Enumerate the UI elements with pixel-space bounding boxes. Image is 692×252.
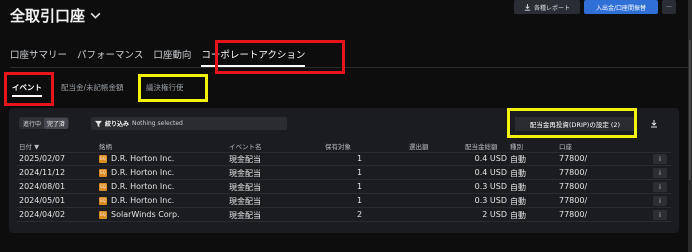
row-holding: 1 [357, 154, 363, 163]
col-elected[interactable]: 選出額 [409, 141, 429, 151]
row-event: 現金配当 [229, 155, 261, 164]
row-type: 自動 [510, 155, 526, 164]
col-symbol[interactable]: 銘柄 [99, 141, 112, 151]
row-event: 現金配当 [229, 169, 261, 178]
export-button[interactable] [647, 118, 661, 130]
row-amount: 0.3 USD [474, 182, 507, 191]
row-event: 現金配当 [229, 183, 261, 192]
table-row[interactable]: 2024/08/01 EQ D.R. Horton Inc. 現金配当 1 0.… [17, 181, 671, 194]
stock-badge-icon: EQ [99, 211, 107, 219]
row-event: 現金配当 [229, 211, 261, 220]
table-row[interactable]: 2024/11/12 EQ D.R. Horton Inc. 現金配当 1 0.… [17, 167, 671, 180]
info-button[interactable]: i [653, 168, 667, 178]
tab-performance[interactable]: パフォーマンス [77, 47, 143, 67]
deposit-label: 入出金/口座間振替 [595, 4, 647, 12]
tabs-divider [10, 67, 692, 68]
row-type: 自動 [510, 211, 526, 220]
row-symbol[interactable]: D.R. Horton Inc. [111, 196, 174, 205]
col-total[interactable]: 配当金総額 [465, 141, 498, 151]
account-selector[interactable]: 全取引口座 [10, 5, 102, 26]
subtab-events[interactable]: イベント [12, 82, 42, 97]
col-account[interactable]: 口座 [559, 141, 572, 151]
row-account: 77800/ [559, 196, 588, 205]
row-type: 自動 [510, 169, 526, 178]
stock-badge-icon: EQ [99, 155, 107, 163]
reports-button[interactable]: 各種レポート [514, 0, 580, 14]
subtab-dividends[interactable]: 配当金/未記帳金額 [61, 82, 124, 93]
row-date: 2024/05/01 [19, 196, 66, 205]
sub-tabs: イベント 配当金/未記帳金額 議決権行使 [0, 80, 692, 100]
reports-label: 各種レポート [533, 4, 570, 12]
info-button[interactable]: i [653, 182, 667, 192]
row-symbol[interactable]: SolarWinds Corp. [111, 210, 180, 219]
main-tabs: 口座サマリー パフォーマンス 口座動向 コーポレートアクション [10, 47, 306, 67]
col-holding[interactable]: 保有対象 [325, 141, 351, 151]
chevron-down-icon [90, 12, 101, 19]
row-holding: 1 [357, 196, 363, 205]
row-type: 自動 [510, 183, 526, 192]
info-button[interactable]: i [653, 196, 667, 206]
row-holding: 1 [357, 182, 363, 191]
col-event[interactable]: イベント名 [229, 141, 262, 151]
scrollbar[interactable] [689, 40, 691, 180]
table-row[interactable]: 2024/05/01 EQ D.R. Horton Inc. 現金配当 1 0.… [17, 195, 671, 208]
col-date[interactable]: 日付 ▼ [19, 141, 39, 151]
status-in-progress[interactable]: 進行中 [20, 118, 44, 129]
row-symbol[interactable]: D.R. Horton Inc. [111, 182, 174, 191]
row-account: 77800/ [559, 168, 588, 177]
filter-label: 絞り込み [105, 121, 130, 128]
row-event: 現金配当 [229, 197, 261, 206]
filter-icon [95, 120, 102, 127]
stock-badge-icon: EQ [99, 197, 107, 205]
row-amount: 2 USD [482, 210, 507, 219]
status-completed[interactable]: 完了済 [44, 117, 69, 129]
download-icon [524, 3, 531, 11]
row-symbol[interactable]: D.R. Horton Inc. [111, 168, 174, 177]
drip-settings-button[interactable]: 配当金再投資(DRIP)の設定 (2) [515, 117, 635, 131]
filter-value: Nothing selected [132, 120, 183, 127]
stock-badge-icon: EQ [99, 169, 107, 177]
page-title: 全取引口座 [10, 7, 86, 25]
row-symbol[interactable]: D.R. Horton Inc. [111, 154, 174, 163]
more-icon: ··· [666, 3, 672, 11]
deposit-transfer-button[interactable]: 入出金/口座間振替 [584, 0, 658, 14]
status-toggle[interactable]: 進行中 完了済 [19, 117, 70, 129]
row-date: 2024/04/02 [19, 210, 66, 219]
row-holding: 1 [357, 168, 363, 177]
row-account: 77800/ [559, 210, 588, 219]
row-type: 自動 [510, 197, 526, 206]
subtab-proxy-voting[interactable]: 議決権行使 [146, 82, 184, 93]
table-row[interactable]: 2024/04/02 EQ SolarWinds Corp. 現金配当 2 2 … [17, 209, 671, 222]
tab-corporate-actions[interactable]: コーポレートアクション [201, 47, 306, 67]
row-date: 2024/08/01 [19, 182, 66, 191]
download-icon [651, 120, 657, 128]
col-type[interactable]: 種別 [510, 141, 523, 151]
row-amount: 0.4 USD [474, 168, 507, 177]
info-button[interactable]: i [653, 154, 667, 164]
tab-account-activity[interactable]: 口座動向 [153, 47, 191, 67]
table-header: 日付 ▼ 銘柄 イベント名 保有対象 選出額 配当金総額 種別 口座 [17, 140, 671, 153]
events-panel: 進行中 完了済 絞り込み Nothing selected 配当金再投資(DRI… [9, 108, 679, 233]
tab-account-summary[interactable]: 口座サマリー [10, 47, 67, 67]
row-account: 77800/ [559, 182, 588, 191]
stock-badge-icon: EQ [99, 183, 107, 191]
filter-dropdown[interactable]: 絞り込み Nothing selected [91, 117, 287, 130]
row-date: 2025/02/07 [19, 154, 66, 163]
row-account: 77800/ [559, 154, 588, 163]
row-amount: 0.3 USD [474, 196, 507, 205]
row-amount: 0.4 USD [474, 154, 507, 163]
row-holding: 2 [357, 210, 363, 219]
info-button[interactable]: i [653, 210, 667, 220]
table-row[interactable]: 2025/02/07 EQ D.R. Horton Inc. 現金配当 1 0.… [17, 153, 671, 166]
row-date: 2024/11/12 [19, 168, 66, 177]
more-options-button[interactable]: ··· [662, 0, 676, 14]
